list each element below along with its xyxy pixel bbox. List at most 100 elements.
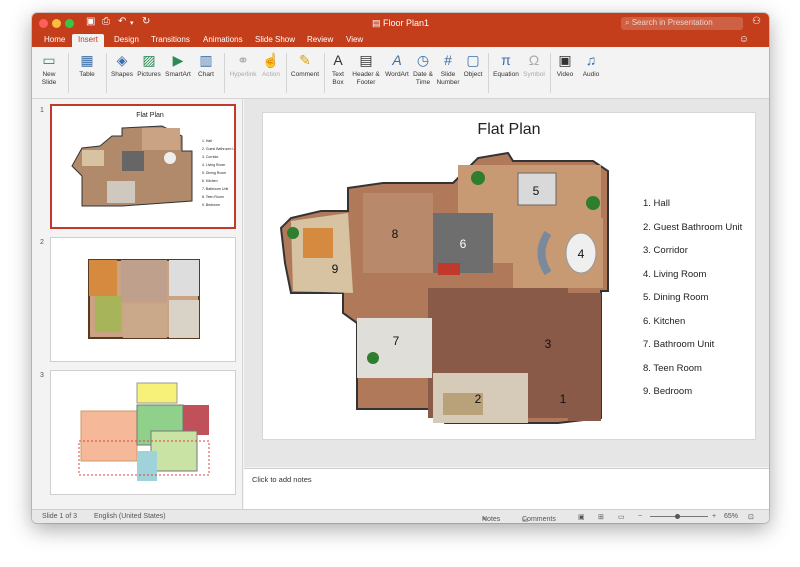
room-number-7: 7: [393, 334, 400, 348]
hyperlink-button[interactable]: ⚭ Hyperlink: [228, 51, 258, 79]
slide-number-label: 2: [40, 239, 44, 246]
notes-pane[interactable]: Click to add notes: [244, 468, 769, 509]
tab-home[interactable]: Home: [38, 34, 71, 47]
hyperlink-icon: ⚭: [237, 52, 249, 68]
shapes-icon: ◈: [116, 52, 128, 68]
tab-review[interactable]: Review: [301, 34, 339, 47]
symbol-button[interactable]: Ω Symbol: [522, 51, 546, 79]
floor-plan-2-thumbnail: [88, 259, 200, 339]
flat-plan-thumbnail: Flat Plan 1. Hall2. Guest Bathroom Unit …: [71, 112, 234, 207]
room-number-4: 4: [578, 247, 585, 261]
video-icon: ▣: [558, 52, 572, 68]
table-icon: ▦: [80, 52, 94, 68]
normal-view-icon[interactable]: ▣: [578, 513, 585, 521]
pictures-button[interactable]: ▨ Pictures: [136, 51, 162, 79]
slide-sorter-icon[interactable]: ⊞: [598, 513, 604, 521]
search-icon: ⌕: [625, 18, 632, 27]
floor-plan-3-thumbnail: [78, 382, 210, 481]
wordart-button[interactable]: A WordArt: [384, 51, 410, 79]
zoom-out-icon[interactable]: −: [638, 513, 642, 520]
divider: [324, 53, 325, 93]
svg-text:9. Bedroom: 9. Bedroom: [202, 203, 220, 207]
status-bar: Slide 1 of 3 English (United States) ≡ N…: [32, 509, 769, 523]
divider: [550, 53, 551, 93]
chart-icon: ▥: [199, 52, 213, 68]
slide-canvas[interactable]: Flat Plan 1 2 3 4 5 6 7 8 9 1. Hall 2. G…: [263, 113, 755, 439]
tab-design[interactable]: Design: [108, 34, 145, 47]
divider: [224, 53, 225, 93]
slide-thumbnails-pane: 1 Flat Plan 1. Hall 2. Guest Bathroom Uni…: [32, 99, 243, 509]
text-box-icon: A: [333, 52, 343, 68]
legend-item: 2. Guest Bathroom Unit: [643, 222, 743, 233]
title-bar: ▣ ⎙ ↶ ▾ ↻ ▤ Floor Plan1 ⌕ Search in Pres…: [32, 13, 769, 34]
slide-thumbnail-2[interactable]: [50, 237, 236, 362]
presenter-view-icon[interactable]: ▭: [618, 513, 625, 521]
svg-text:8. Teen Room: 8. Teen Room: [202, 195, 224, 199]
tab-animations[interactable]: Animations: [197, 34, 249, 47]
video-button[interactable]: ▣ Video: [554, 51, 576, 79]
tab-transitions[interactable]: Transitions: [145, 34, 196, 47]
pictures-icon: ▨: [142, 52, 156, 68]
share-icon[interactable]: ⚇: [752, 16, 761, 27]
legend-item: 3. Corridor: [643, 245, 688, 256]
document-icon: ▤: [371, 18, 383, 28]
workspace: 1 Flat Plan 1. Hall 2. Guest Bathroom Uni…: [32, 99, 769, 509]
smartart-icon: ▶: [172, 52, 184, 68]
legend-item: 8. Teen Room: [643, 363, 702, 374]
symbol-icon: Ω: [528, 52, 540, 68]
smartart-button[interactable]: ▶ SmartArt: [164, 51, 192, 79]
new-slide-icon: ▭: [42, 52, 56, 68]
new-slide-button[interactable]: ▭ New Slide: [36, 51, 62, 87]
object-button[interactable]: ▢ Object: [462, 51, 484, 79]
room-number-1: 1: [560, 392, 567, 406]
slide-thumbnail-3[interactable]: [50, 370, 236, 495]
zoom-level[interactable]: 65%: [724, 513, 738, 520]
slide-number-button[interactable]: # Slide Number: [436, 51, 460, 87]
equation-button[interactable]: π Equation: [492, 51, 520, 79]
svg-text:4. Living Room: 4. Living Room: [202, 163, 225, 167]
table-button[interactable]: ▦ Table: [74, 51, 100, 79]
legend-item: 7. Bathroom Unit: [643, 339, 715, 350]
action-icon: ☝: [262, 52, 280, 68]
object-icon: ▢: [466, 52, 480, 68]
tab-slide-show[interactable]: Slide Show: [249, 34, 301, 47]
header-footer-button[interactable]: ▤ Header & Footer: [350, 51, 382, 87]
comment-button[interactable]: ✎ Comment: [290, 51, 320, 79]
tab-view[interactable]: View: [340, 34, 369, 47]
legend-item: 9. Bedroom: [643, 386, 693, 397]
divider: [106, 53, 107, 93]
room-number-2: 2: [475, 392, 482, 406]
slide-thumbnail-1[interactable]: Flat Plan 1. Hall2. Guest Bathroom Unit …: [50, 104, 236, 229]
slide-number-label: 1: [40, 107, 44, 114]
language-label[interactable]: English (United States): [94, 513, 166, 520]
app-window: ▣ ⎙ ↶ ▾ ↻ ▤ Floor Plan1 ⌕ Search in Pres…: [32, 13, 769, 523]
slide-stage: Flat Plan 1 2 3 4 5 6 7 8 9 1. Hall 2. G…: [244, 99, 769, 467]
room-number-6: 6: [460, 237, 467, 251]
floor-plan-drawing[interactable]: 1 2 3 4 5 6 7 8 9: [263, 113, 643, 439]
audio-icon: ♫: [585, 52, 597, 68]
date-time-button[interactable]: ◷ Date & Time: [412, 51, 434, 87]
room-number-3: 3: [545, 337, 552, 351]
header-footer-icon: ▤: [359, 52, 373, 68]
zoom-in-icon[interactable]: +: [712, 513, 716, 520]
svg-text:6. Kitchen: 6. Kitchen: [202, 179, 218, 183]
divider: [488, 53, 489, 93]
room-number-9: 9: [332, 262, 339, 276]
text-box-button[interactable]: A Text Box: [328, 51, 348, 87]
slide-number-icon: #: [444, 52, 452, 68]
tab-insert[interactable]: Insert: [72, 34, 105, 47]
room-number-8: 8: [392, 227, 399, 241]
wordart-icon: A: [392, 52, 402, 68]
legend-item: 1. Hall: [643, 198, 670, 209]
svg-text:1. Hall: 1. Hall: [202, 139, 212, 143]
shapes-button[interactable]: ◈ Shapes: [110, 51, 134, 79]
zoom-slider-thumb[interactable]: [675, 514, 680, 519]
room-number-5: 5: [533, 184, 540, 198]
fit-slide-icon[interactable]: ⊡: [748, 513, 754, 521]
chart-button[interactable]: ▥ Chart: [194, 51, 218, 79]
action-button[interactable]: ☝ Action: [260, 51, 282, 79]
notes-placeholder: Click to add notes: [252, 475, 312, 484]
audio-button[interactable]: ♫ Audio: [580, 51, 602, 79]
search-input[interactable]: ⌕ Search in Presentation: [621, 17, 743, 30]
smiley-feedback-icon[interactable]: ☺: [733, 33, 755, 46]
